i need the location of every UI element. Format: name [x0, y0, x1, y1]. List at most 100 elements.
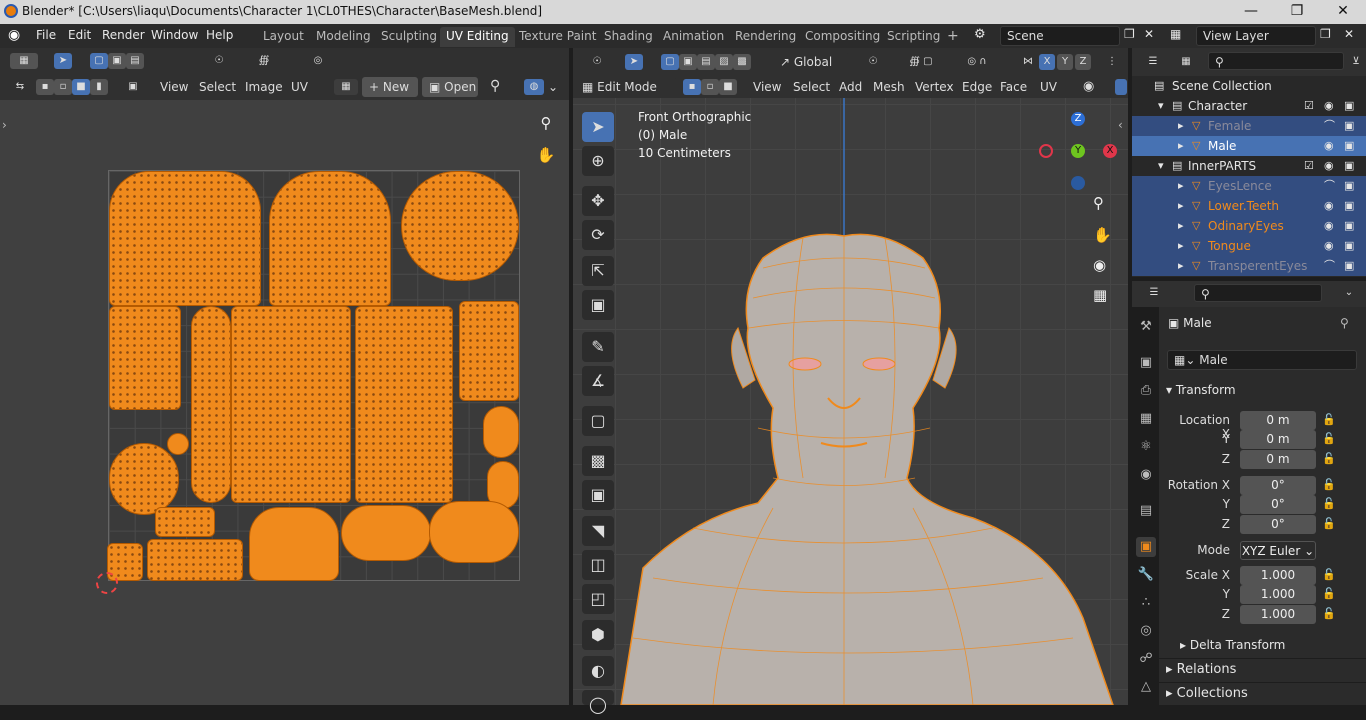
rotation-z-field[interactable]: 0° — [1240, 515, 1316, 534]
move-tool-icon[interactable]: ✥ — [582, 186, 614, 216]
bevel-tool-icon[interactable]: ◥ — [582, 516, 614, 546]
expand-arrow-icon[interactable]: ▾ — [1158, 96, 1164, 116]
tab-compositing[interactable]: Compositing — [799, 27, 886, 47]
menu-help[interactable]: Help — [206, 28, 233, 42]
particles-tab-icon[interactable]: ∴ — [1136, 593, 1156, 613]
menu-window[interactable]: Window — [151, 28, 198, 42]
mode-set-icon[interactable]: ▢ — [661, 54, 679, 70]
pin-props-icon[interactable]: ⚲ — [1340, 316, 1349, 330]
poly-build-tool-icon[interactable]: ⬢ — [582, 620, 614, 650]
outliner-editor-type-icon[interactable]: ☰ — [1140, 54, 1166, 70]
island-select-icon[interactable]: ▮ — [90, 79, 108, 95]
transform-panel-header[interactable]: ▾ Transform — [1166, 383, 1236, 397]
gizmo-neg-x-axis[interactable] — [1039, 144, 1053, 158]
output-tab-icon[interactable]: ⎙ — [1136, 381, 1156, 401]
face-mode-icon[interactable]: ■ — [719, 79, 737, 95]
physics-tab-icon[interactable]: ◎ — [1136, 621, 1156, 641]
collapse-arrow-icon[interactable]: ▸ — [1178, 236, 1184, 256]
add-cube-tool-icon[interactable]: ▢ — [582, 406, 614, 436]
outliner-search-input[interactable]: ⚲ — [1208, 52, 1344, 70]
lock-icon[interactable]: 🔓 — [1322, 517, 1336, 531]
collapse-arrow-icon[interactable]: ▸ — [1178, 136, 1184, 156]
tab-animation[interactable]: Animation — [657, 27, 730, 47]
relations-panel[interactable]: ▸ Relations — [1166, 662, 1236, 677]
vp-menu-edge[interactable]: Edge — [962, 80, 992, 94]
pivot-icon[interactable]: ☉ — [204, 53, 234, 69]
outliner-item-eyeslence[interactable]: ▸ ▽ EyesLence ⌒ ▣ — [1132, 176, 1366, 196]
blender-menu-icon[interactable]: ◉ — [8, 27, 20, 43]
zoom-icon[interactable]: ⚲ — [533, 110, 559, 136]
select-box-icon[interactable]: ➤ — [54, 53, 72, 69]
image-browse-icon[interactable]: ▦ — [334, 79, 358, 95]
properties-options-icon[interactable]: ⌄ — [1340, 285, 1358, 301]
outliner-item-transperenteyes[interactable]: ▸ ▽ TransperentEyes ⌒ ▣ — [1132, 256, 1366, 276]
vp-pan-hand-icon[interactable]: ✋ — [1093, 226, 1112, 244]
data-tab-icon[interactable]: △ — [1136, 677, 1156, 697]
new-scene-icon[interactable]: ❐ — [1124, 27, 1135, 41]
mode-invert-icon[interactable]: ▨ — [715, 54, 733, 70]
rotate-tool-icon[interactable]: ⟳ — [582, 220, 614, 250]
maximize-icon[interactable]: ❐ — [1274, 0, 1320, 24]
vp-menu-select[interactable]: Select — [793, 80, 830, 94]
outliner-scene-collection[interactable]: ▤ Scene Collection — [1132, 76, 1366, 96]
smooth-tool-icon[interactable]: ◯ — [582, 690, 614, 714]
tab-layout[interactable]: Layout — [257, 27, 310, 47]
exclude-checkbox[interactable]: ☑ — [1304, 156, 1314, 176]
tab-modeling[interactable]: Modeling — [310, 27, 377, 47]
render-camera-icon[interactable]: ▣ — [1344, 256, 1354, 276]
uv-menu-view[interactable]: View — [160, 80, 188, 94]
properties-editor-type-icon[interactable]: ☰ — [1140, 285, 1168, 301]
lock-icon[interactable]: 🔓 — [1322, 452, 1336, 466]
sticky-select-icon[interactable]: ▣ — [120, 79, 146, 95]
render-camera-icon[interactable]: ▣ — [1344, 116, 1354, 136]
vp-sidebar-toggle-icon[interactable]: ‹ — [1118, 118, 1123, 132]
exclude-checkbox[interactable]: ☑ — [1304, 96, 1314, 116]
collapse-arrow-icon[interactable]: ▸ — [1178, 176, 1184, 196]
world-tab-icon[interactable]: ◉ — [1136, 465, 1156, 485]
sidebar-toggle-icon[interactable]: › — [2, 118, 7, 132]
gizmo-x-axis[interactable]: X — [1103, 144, 1117, 158]
vp-menu-mesh[interactable]: Mesh — [873, 80, 905, 94]
render-camera-icon[interactable]: ▣ — [1344, 156, 1354, 176]
scene-field[interactable]: Scene — [1000, 26, 1120, 46]
uv-menu-select[interactable]: Select — [199, 80, 236, 94]
uv-menu-image[interactable]: Image — [245, 80, 283, 94]
location-z-field[interactable]: 0 m — [1240, 450, 1316, 469]
vp-menu-add[interactable]: Add — [839, 80, 862, 94]
vp-zoom-icon[interactable]: ⚲ — [1093, 194, 1104, 212]
lock-icon[interactable]: 🔓 — [1322, 497, 1336, 511]
visibility-eye-icon[interactable]: ⌒ — [1324, 256, 1335, 276]
snap-3d-icon[interactable]: ∰ ▢ — [895, 54, 947, 70]
outliner[interactable]: ▤ Scene Collection ▾ ▤ Character ☑ ◉ ▣ ▸ ▽ Femal… — [1132, 76, 1366, 277]
lock-icon[interactable]: 🔓 — [1322, 568, 1336, 582]
mode-subtract-icon[interactable]: ▤ — [697, 54, 715, 70]
vp-menu-view[interactable]: View — [753, 80, 781, 94]
uv-overlay-icon[interactable]: ◍ — [524, 79, 544, 95]
select-mode-subtract-icon[interactable]: ▤ — [126, 53, 144, 69]
scene-icon[interactable]: ⚙ — [974, 27, 986, 42]
new-view-layer-icon[interactable]: ❐ — [1320, 27, 1331, 41]
loop-cut-tool-icon[interactable]: ◫ — [582, 550, 614, 580]
rotation-x-field[interactable]: 0° — [1240, 476, 1316, 495]
view-layer-icon[interactable]: ▦ — [1170, 27, 1181, 41]
lock-icon[interactable]: 🔓 — [1322, 587, 1336, 601]
scale-tool-icon[interactable]: ⇱ — [582, 256, 614, 286]
location-y-field[interactable]: 0 m — [1240, 430, 1316, 449]
axis-lock-z[interactable]: Z — [1075, 54, 1091, 70]
vp-menu-uv[interactable]: UV — [1040, 80, 1057, 94]
transform-orientation-dropdown[interactable]: ↗ Global — [773, 52, 849, 72]
vp-menu-face[interactable]: Face — [1000, 80, 1027, 94]
gizmo-neg-z-axis[interactable] — [1071, 176, 1085, 190]
mirror-icon[interactable]: ⋈ — [1019, 54, 1037, 70]
tab-uv-editing[interactable]: UV Editing — [440, 27, 515, 47]
rotation-mode-dropdown[interactable]: XYZ Euler ⌄ — [1240, 541, 1316, 560]
filter-icon[interactable]: ⊻ — [1348, 54, 1364, 70]
viewport-visibility-icon[interactable]: ◉ — [1083, 79, 1094, 94]
expand-arrow-icon[interactable]: ▾ — [1158, 156, 1164, 176]
gizmo-z-axis[interactable]: Z — [1071, 112, 1085, 126]
tool-tab-icon[interactable]: ⚒ — [1136, 317, 1156, 337]
tab-shading[interactable]: Shading — [598, 27, 659, 47]
outliner-item-innerparts[interactable]: ▾ ▤ InnerPARTS ☑ ◉ ▣ — [1132, 156, 1366, 176]
visibility-eye-icon[interactable]: ◉ — [1324, 136, 1334, 156]
proportional-edit-icon[interactable]: ◎ — [298, 53, 338, 69]
